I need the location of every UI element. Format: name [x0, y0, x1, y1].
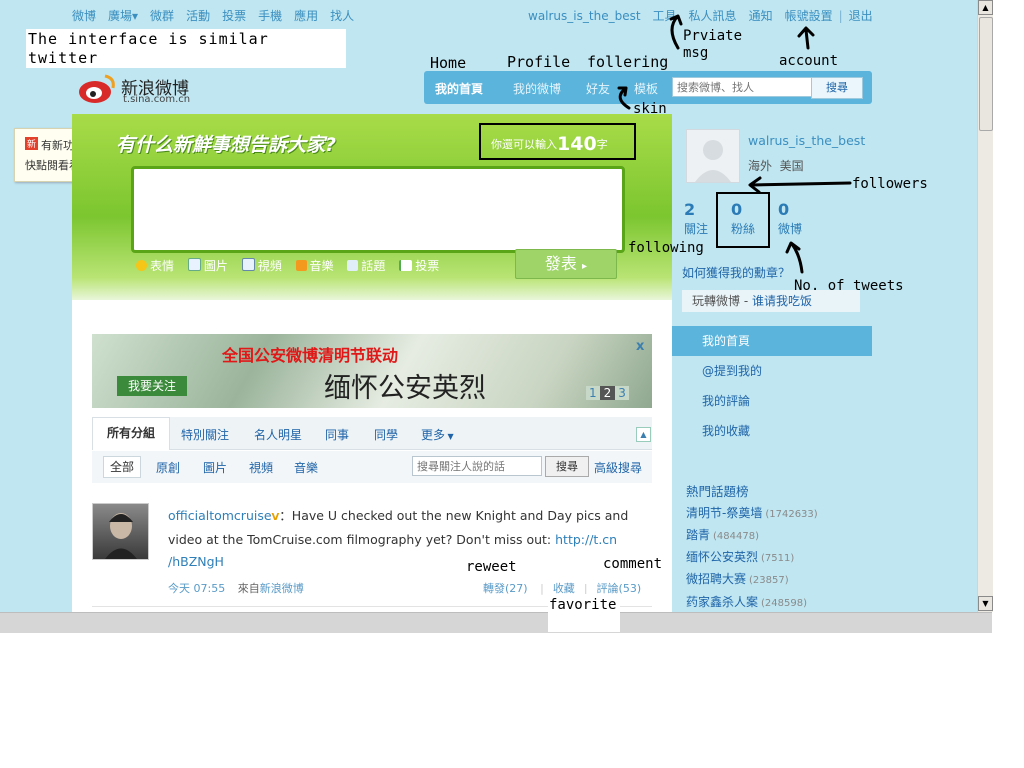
vertical-scrollbar[interactable]: ▲ ▼	[977, 0, 993, 612]
arrow-account	[797, 26, 815, 50]
arrow-followers	[748, 176, 852, 194]
annotation-arrows	[479, 14, 852, 274]
arrow-tweets	[785, 241, 804, 274]
arrow-private-msg	[669, 14, 683, 50]
browser-viewport: 微博 廣場▾ 微群 活動 投票 手機 應用 找人 walrus_is_the_best 工具 私人…	[0, 0, 977, 612]
arrow-skin	[617, 86, 631, 110]
scrollbar-thumb[interactable]	[979, 17, 993, 131]
annotation-box-counter	[479, 123, 636, 160]
scroll-down-icon[interactable]: ▼	[978, 596, 993, 611]
annotation-favorite-box: favorite	[548, 594, 620, 632]
annotation-favorite: favorite	[549, 597, 617, 613]
status-bar	[0, 612, 992, 633]
scroll-up-icon[interactable]: ▲	[978, 0, 993, 15]
